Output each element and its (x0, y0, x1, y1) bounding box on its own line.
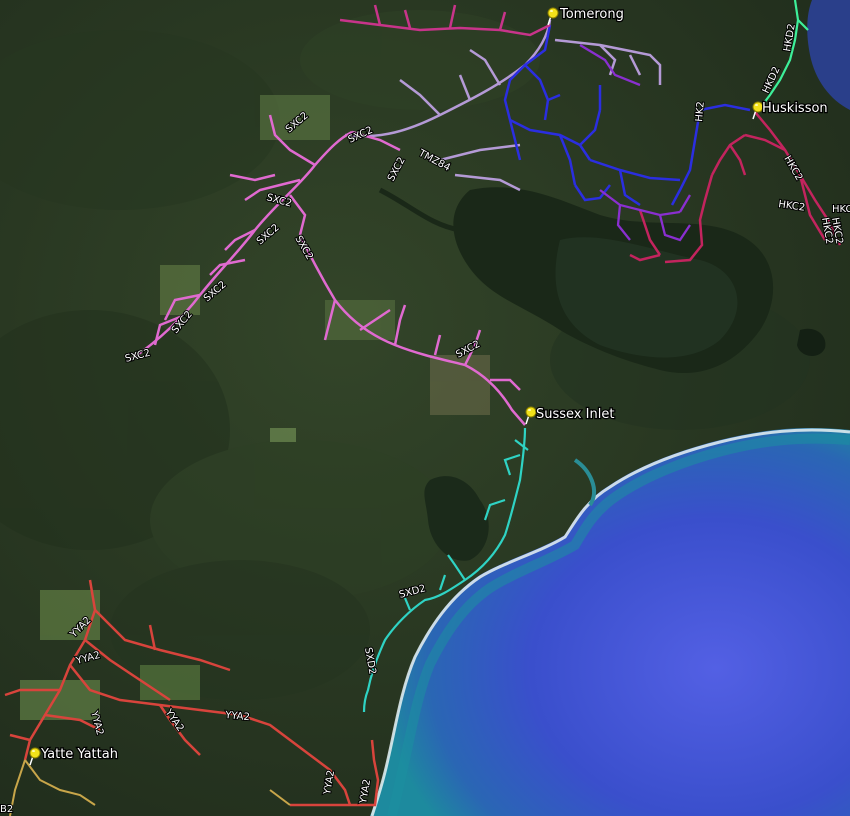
label-hkc2-5: HKC2 (832, 204, 850, 215)
pin-sussex-inlet[interactable]: Sussex Inlet (525, 406, 616, 425)
place-label-tomerong: Tomerong (559, 7, 624, 22)
place-label-huskisson: Huskisson (762, 101, 828, 116)
label-hk2: HK2 (694, 101, 707, 122)
map-canvas[interactable]: SXC2 SXC2 SXC2 SXC2 SXC2 SXC2 SXC2 SXC2 … (0, 0, 850, 816)
satellite-map[interactable]: SXC2 SXC2 SXC2 SXC2 SXC2 SXC2 SXC2 SXC2 … (0, 0, 850, 816)
place-label-yatte-yattah: Yatte Yattah (40, 747, 118, 762)
label-yya2-5: YYA2 (224, 710, 251, 723)
label-b2: B2 (0, 804, 13, 815)
place-label-sussex-inlet: Sussex Inlet (536, 407, 614, 422)
